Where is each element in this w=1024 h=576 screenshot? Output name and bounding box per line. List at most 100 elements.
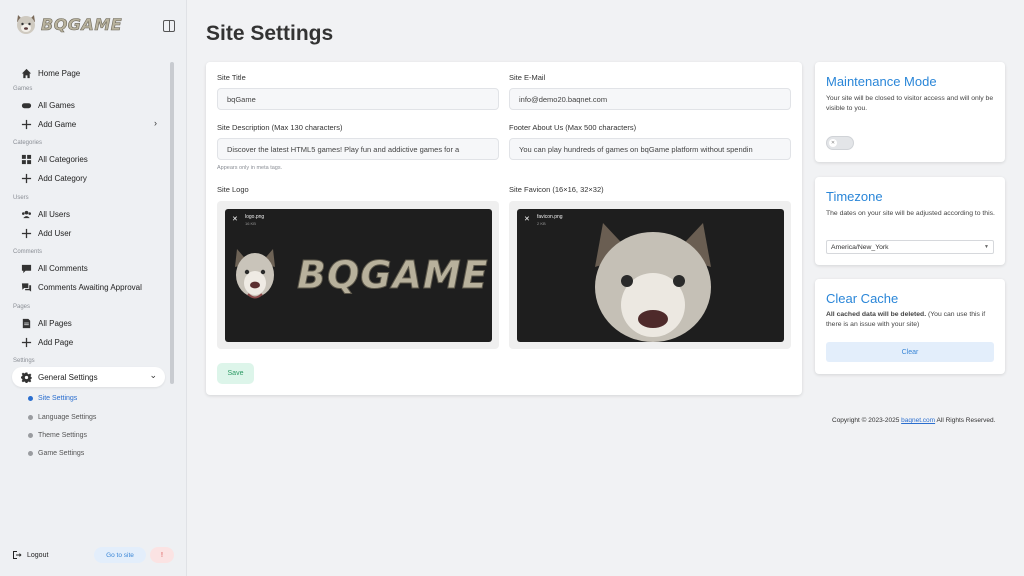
cache-text: All cached data will be deleted. (You ca…	[826, 310, 996, 330]
sidebar-subitem-game-settings[interactable]: Game Settings	[28, 450, 84, 457]
sidebar-subitem-label: Game Settings	[38, 450, 85, 457]
site-settings-form: Site Title bqGame Site E-Mail info@demo2…	[206, 62, 802, 395]
footer-about-label: Footer About Us (Max 500 characters)	[509, 123, 637, 132]
sidebar-item-label: Comments Awaiting Approval	[38, 282, 142, 292]
maintenance-card: Maintenance Mode Your site will be close…	[815, 62, 1005, 162]
sidebar-item-all-pages[interactable]: All Pages	[12, 313, 165, 333]
sidebar-subitem-theme-settings[interactable]: Theme Settings	[28, 432, 87, 439]
logout-button[interactable]: Logout	[12, 550, 48, 560]
sidebar-item-home[interactable]: Home Page	[12, 63, 165, 83]
site-description-hint: Appears only in meta tags.	[217, 165, 283, 171]
site-logo-label: Site Logo	[217, 185, 249, 194]
go-to-site-button[interactable]: Go to site	[94, 547, 146, 563]
page-title: Site Settings	[206, 22, 334, 45]
gamepad-icon	[20, 99, 32, 111]
sidebar-item-add-category[interactable]: Add Category	[12, 168, 165, 188]
copyright-suffix: All Rights Reserved.	[935, 417, 996, 424]
section-users: Users	[13, 195, 29, 201]
bullet-icon	[28, 396, 33, 401]
sidebar-item-general-settings[interactable]: General Settings ⌄	[12, 367, 165, 387]
timezone-selected: America/New_York	[831, 243, 889, 251]
plus-icon	[20, 336, 32, 348]
sidebar-item-label: Add Category	[38, 173, 87, 183]
users-icon	[20, 208, 32, 220]
sidebar-item-add-page[interactable]: Add Page	[12, 332, 165, 352]
sidebar-item-all-categories[interactable]: All Categories	[12, 149, 165, 169]
site-title-input[interactable]: bqGame	[217, 88, 499, 110]
sidebar-subitem-label: Language Settings	[38, 414, 97, 421]
sidebar-item-label: All Games	[38, 100, 75, 110]
sidebar-item-all-games[interactable]: All Games	[12, 95, 165, 115]
sidebar: BQGAME Home Page Games All Games Add Gam…	[0, 0, 187, 576]
copyright-prefix: Copyright © 2023-2025	[832, 417, 902, 424]
maintenance-toggle[interactable]: ✕	[826, 136, 854, 150]
brand-logo[interactable]: BQGAME	[14, 12, 122, 36]
dog-logo-icon	[17, 15, 35, 34]
cache-text-bold: All cached data will be deleted.	[826, 311, 927, 318]
dog-logo-icon	[235, 249, 275, 299]
sidebar-toggle-icon[interactable]	[163, 20, 175, 32]
section-categories: Categories	[13, 140, 43, 146]
sidebar-item-add-game[interactable]: Add Game ›	[12, 114, 165, 134]
sidebar-subitem-label: Site Settings	[38, 395, 78, 402]
favicon-upload-area[interactable]: ✕ favicon.png 2 KB	[509, 201, 791, 349]
timezone-card: Timezone The dates on your site will be …	[815, 177, 1005, 265]
favicon-filename: favicon.png	[537, 214, 563, 220]
page-icon	[20, 317, 32, 329]
sidebar-item-label: Add User	[38, 228, 72, 238]
sidebar-item-comments-awaiting[interactable]: Comments Awaiting Approval	[12, 277, 165, 297]
grid-icon	[20, 153, 32, 165]
sidebar-item-label: Add Game	[38, 119, 77, 129]
favicon-filesize: 2 KB	[537, 221, 546, 226]
sidebar-item-label: Add Page	[38, 337, 74, 347]
sidebar-subitem-label: Theme Settings	[38, 432, 88, 439]
sidebar-item-add-user[interactable]: Add User	[12, 223, 165, 243]
sidebar-subitem-language-settings[interactable]: Language Settings	[28, 414, 96, 421]
dog-favicon-icon	[595, 223, 711, 342]
maintenance-title: Maintenance Mode	[826, 74, 937, 89]
logo-filename: logo.png	[245, 214, 265, 220]
chevron-down-icon: ⌄	[149, 370, 157, 380]
favicon-preview: ✕ favicon.png 2 KB	[517, 209, 784, 342]
save-button[interactable]: Save	[217, 363, 254, 384]
cache-title: Clear Cache	[826, 291, 899, 306]
sidebar-subitem-site-settings[interactable]: Site Settings	[28, 395, 77, 402]
comments-icon	[20, 281, 32, 293]
site-email-label: Site E-Mail	[509, 73, 546, 82]
cache-card: Clear Cache All cached data will be dele…	[815, 279, 1005, 374]
bullet-icon	[28, 433, 33, 438]
logo-preview-text: BQGAME	[297, 253, 489, 298]
plus-icon	[20, 172, 32, 184]
timezone-select[interactable]: America/New_York ▼	[826, 240, 994, 254]
logout-icon	[13, 551, 22, 559]
site-email-input[interactable]: info@demo20.baqnet.com	[509, 88, 791, 110]
section-settings: Settings	[13, 358, 35, 364]
remove-favicon-icon[interactable]: ✕	[524, 215, 530, 223]
brand-name: BQGAME	[41, 14, 123, 34]
sidebar-item-label: All Comments	[38, 263, 88, 273]
alert-button[interactable]: !	[150, 547, 174, 563]
sidebar-item-all-comments[interactable]: All Comments	[12, 258, 165, 278]
site-favicon-label: Site Favicon (16×16, 32×32)	[509, 185, 604, 194]
section-pages: Pages	[13, 304, 31, 310]
sidebar-scrollbar[interactable]	[170, 62, 174, 384]
sidebar-item-all-users[interactable]: All Users	[12, 204, 165, 224]
clear-cache-button[interactable]: Clear	[826, 342, 994, 362]
maintenance-text: Your site will be closed to visitor acce…	[826, 95, 994, 112]
gear-icon	[20, 371, 32, 383]
timezone-title: Timezone	[826, 189, 883, 204]
plus-icon	[20, 227, 32, 239]
bullet-icon	[28, 451, 33, 456]
bullet-icon	[28, 415, 33, 420]
logo-upload-area[interactable]: ✕ logo.png 16 KB BQGAME	[217, 201, 499, 349]
home-icon	[20, 67, 32, 79]
section-comments: Comments	[13, 249, 43, 255]
site-description-input[interactable]: Discover the latest HTML5 games! Play fu…	[217, 138, 499, 160]
plus-icon	[20, 118, 32, 130]
chevron-right-icon: ›	[154, 118, 157, 128]
copyright-link[interactable]: baqnet.com	[901, 417, 935, 424]
remove-logo-icon[interactable]: ✕	[232, 215, 238, 223]
footer-about-input[interactable]: You can play hundreds of games on bqGame…	[509, 138, 791, 160]
sidebar-nav: Home Page Games All Games Add Game › Cat…	[0, 60, 172, 460]
sidebar-item-label: Home Page	[38, 68, 81, 78]
